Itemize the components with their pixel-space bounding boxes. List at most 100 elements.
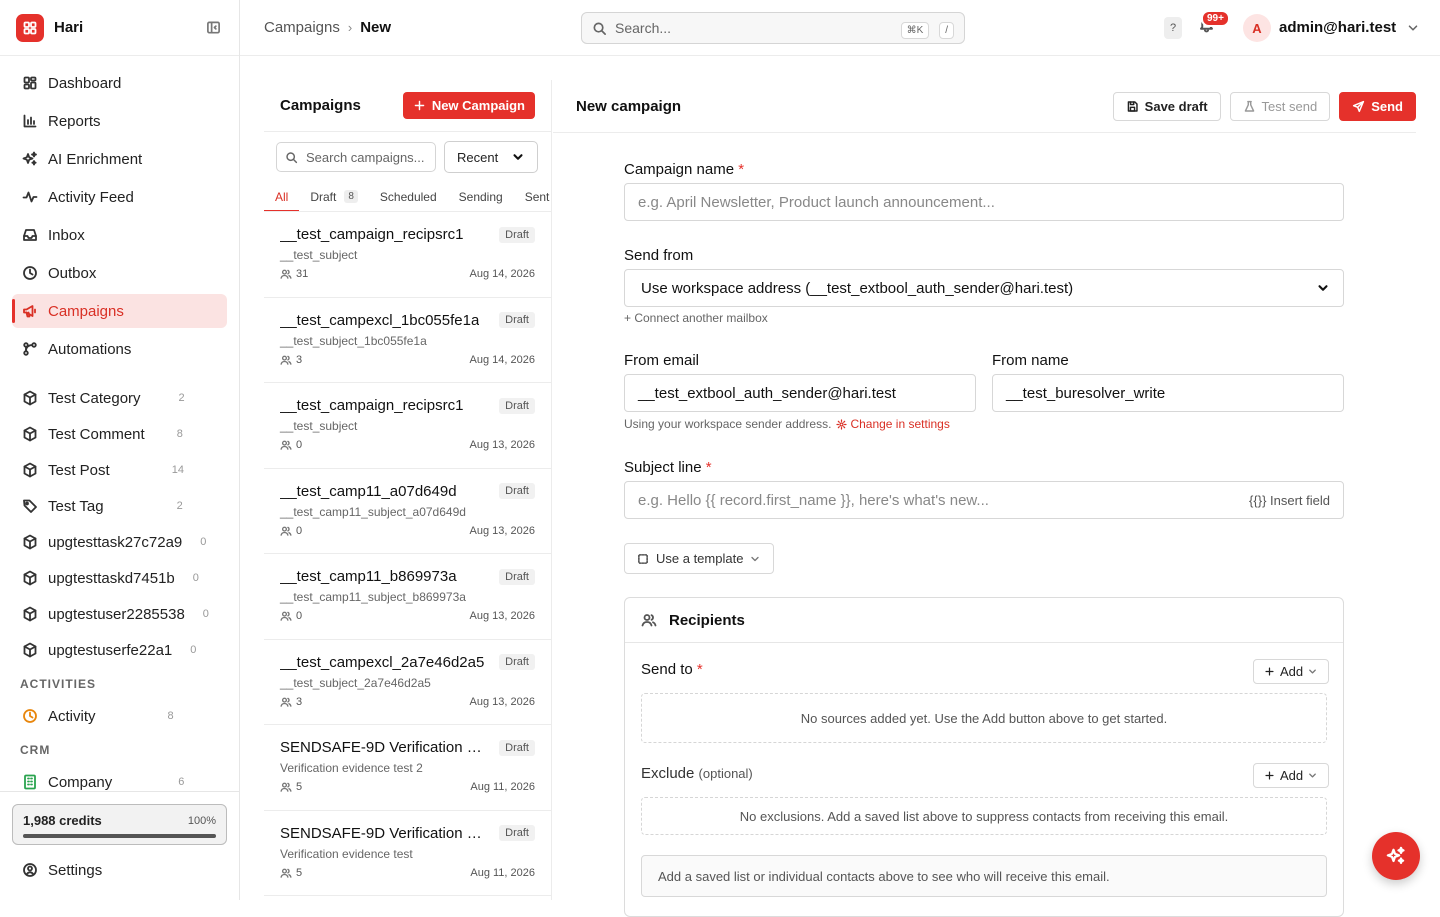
send-from-select[interactable]: Use workspace address (__test_extbool_au… xyxy=(624,269,1344,307)
sort-select[interactable]: Recent xyxy=(444,141,538,173)
sidebar-item-upgtestuserfe22a1[interactable]: upgtestuserfe22a1 0 xyxy=(12,632,227,668)
campaign-name: __test_campexcl_2a7e46d2a5 xyxy=(280,654,484,671)
sidebar-item-company[interactable]: Company 6 xyxy=(12,764,227,800)
status-badge: Draft xyxy=(499,398,535,414)
from-email-input[interactable]: __test_extbool_auth_sender@hari.test xyxy=(624,374,976,412)
status-badge: Draft xyxy=(499,312,535,328)
campaign-date: Aug 13, 2026 xyxy=(470,439,535,451)
tab-label: Draft xyxy=(310,190,336,204)
sidebar-item-test-category[interactable]: Test Category 2 xyxy=(12,380,227,416)
credits-meter[interactable]: 1,988 credits 100% xyxy=(12,804,227,845)
add-exclusion-button[interactable]: Add xyxy=(1253,763,1329,788)
nav-campaigns[interactable]: Campaigns xyxy=(12,294,227,328)
users-icon xyxy=(280,525,292,537)
sidebar-item-count: 6 xyxy=(178,776,184,788)
nav-ai-enrichment[interactable]: AI Enrichment xyxy=(12,142,227,176)
add-source-button[interactable]: Add xyxy=(1253,659,1329,684)
campaign-meta: 0Aug 13, 2026 xyxy=(280,439,535,451)
recipient-count: 5 xyxy=(280,867,302,879)
section-heading-crm: CRM xyxy=(12,736,227,764)
save-draft-button[interactable]: Save draft xyxy=(1113,92,1221,121)
recipient-count-value: 3 xyxy=(296,354,302,366)
campaign-list-item[interactable]: __test_campexcl_1bc055fe1aDraft__test_su… xyxy=(264,298,551,384)
global-search-input[interactable]: Search... ⌘K / xyxy=(581,12,965,44)
campaign-search-placeholder: Search campaigns... xyxy=(306,150,425,165)
sidebar-item-test-tag[interactable]: Test Tag 2 xyxy=(12,488,227,524)
campaign-subject: __test_camp11_subject_b869973a xyxy=(280,590,535,604)
app-logo-icon[interactable] xyxy=(16,14,44,42)
campaign-item-top: __test_camp11_a07d649dDraft xyxy=(280,483,535,500)
tab-draft[interactable]: Draft8 xyxy=(299,182,369,211)
campaign-list-item[interactable]: __test_camp11_b869973aDraft__test_camp11… xyxy=(264,554,551,640)
campaign-list-item[interactable]: __test_campaign_recipsrc1Draft__test_sub… xyxy=(264,212,551,298)
clock-icon xyxy=(22,708,38,724)
avatar[interactable]: A xyxy=(1243,14,1271,42)
status-badge: Draft xyxy=(499,483,535,499)
nav-label: Automations xyxy=(48,341,131,358)
users-icon xyxy=(280,439,292,451)
recipient-count-value: 31 xyxy=(296,268,308,280)
recipients-title: Recipients xyxy=(669,612,745,629)
sidebar-item-label: Test Tag xyxy=(48,498,104,515)
campaign-item-top: __test_campexcl_1bc055fe1aDraft xyxy=(280,312,535,329)
sender-hint-text: Using your workspace sender address. xyxy=(624,417,831,431)
campaign-date: Aug 13, 2026 xyxy=(470,696,535,708)
save-icon xyxy=(1126,100,1139,113)
nav-dashboard[interactable]: Dashboard xyxy=(12,66,227,100)
campaign-item-top: __test_campaign_recipsrc1Draft xyxy=(280,226,535,243)
campaign-name-input[interactable]: e.g. April Newsletter, Product launch an… xyxy=(624,183,1344,221)
campaign-list-item[interactable]: __test_camp11_a07d649dDraft __test_camp11… xyxy=(264,469,551,555)
campaign-search-input[interactable]: Search campaigns... xyxy=(276,142,436,172)
sidebar-item-activity[interactable]: Activity 8 xyxy=(12,698,227,734)
tab-sending[interactable]: Sending xyxy=(448,182,514,211)
sidebar-item-label: Test Post xyxy=(48,462,110,479)
tab-scheduled[interactable]: Scheduled xyxy=(369,182,448,211)
sidebar-item-upgtestuser2285538[interactable]: upgtestuser2285538 0 xyxy=(12,596,227,632)
label-text: Campaign name xyxy=(624,161,734,178)
sidebar-item-test-comment[interactable]: Test Comment 8 xyxy=(12,416,227,452)
campaign-subject: __test_camp11_subject_a07d649d xyxy=(280,505,535,519)
new-campaign-button[interactable]: New Campaign xyxy=(403,92,535,119)
breadcrumb: Campaigns › New xyxy=(264,19,391,36)
sidebar-collapse-icon[interactable] xyxy=(203,18,223,38)
sparkles-icon xyxy=(22,151,38,167)
campaign-list-item[interactable]: SENDSAFE-9D Verification C...DraftVerifi… xyxy=(264,725,551,811)
sidebar-item-settings[interactable]: Settings xyxy=(12,852,227,888)
cube-icon xyxy=(22,606,38,622)
sidebar-item-label: upgtestuser2285538 xyxy=(48,606,185,623)
campaign-list-item[interactable]: __test_campaign_recipsrc1Draft__test_sub… xyxy=(264,383,551,469)
change-settings-text: Change in settings xyxy=(850,417,949,431)
ai-assistant-button[interactable] xyxy=(1372,832,1420,880)
subject-input[interactable]: e.g. Hello {{ record.first_name }}, here… xyxy=(624,481,1344,519)
nav-inbox[interactable]: Inbox xyxy=(12,218,227,252)
campaign-item-top: __test_campexcl_2a7e46d2a5Draft xyxy=(280,654,535,671)
campaign-name: __test_campaign_recipsrc1 xyxy=(280,226,463,243)
nav-automations[interactable]: Automations xyxy=(12,332,227,366)
connect-mailbox-link[interactable]: + Connect another mailbox xyxy=(624,311,768,325)
sidebar-item-upgtesttaskd7451b[interactable]: upgtesttaskd7451b 0 xyxy=(12,560,227,596)
nav-outbox[interactable]: Outbox xyxy=(12,256,227,290)
send-button[interactable]: Send xyxy=(1339,92,1416,121)
use-template-button[interactable]: Use a template xyxy=(624,543,774,574)
form-header: New campaign Save draft Test send Send xyxy=(553,80,1416,133)
campaign-list-item[interactable]: SENDSAFE-9D Verification C...DraftVerifi… xyxy=(264,811,551,897)
tab-sent[interactable]: Sent xyxy=(514,182,551,211)
user-menu[interactable]: admin@hari.test xyxy=(1279,19,1420,36)
from-name-input[interactable]: __test_buresolver_write xyxy=(992,374,1344,412)
tag-icon xyxy=(22,498,38,514)
change-settings-link[interactable]: Change in settings xyxy=(836,417,949,431)
nav-activity-feed[interactable]: Activity Feed xyxy=(12,180,227,214)
test-send-button[interactable]: Test send xyxy=(1230,92,1331,121)
nav-reports[interactable]: Reports xyxy=(12,104,227,138)
insert-field-button[interactable]: {{}} Insert field xyxy=(1249,493,1330,508)
help-button[interactable]: ? xyxy=(1164,17,1182,39)
campaign-name: SENDSAFE-9D Verification C... xyxy=(280,739,485,756)
tab-all[interactable]: All xyxy=(264,182,299,211)
template-icon xyxy=(637,553,649,565)
recipient-count-value: 5 xyxy=(296,781,302,793)
breadcrumb-campaigns[interactable]: Campaigns xyxy=(264,19,340,36)
sidebar-item-test-post[interactable]: Test Post 14 xyxy=(12,452,227,488)
sidebar-item-upgtesttask27c72a9[interactable]: upgtesttask27c72a9 0 xyxy=(12,524,227,560)
chevron-right-icon: › xyxy=(348,20,352,35)
campaign-list-item[interactable]: __test_campexcl_2a7e46d2a5Draft__test_su… xyxy=(264,640,551,726)
